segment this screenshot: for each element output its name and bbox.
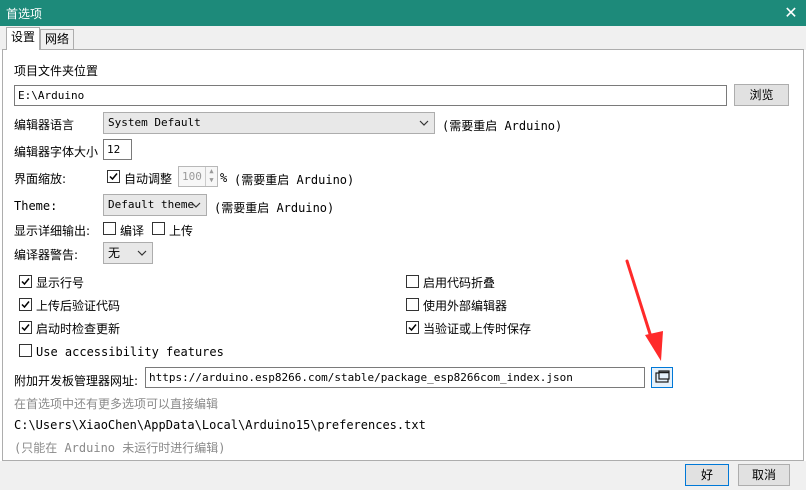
close-icon[interactable]: ✕ — [776, 0, 806, 26]
tab-network[interactable]: 网络 — [40, 29, 75, 50]
tab-settings[interactable]: 设置 — [6, 27, 41, 50]
dialog-footer: 好 取消 — [0, 461, 806, 490]
scaling-label: 界面缩放: — [14, 172, 67, 186]
verbose-compile-checkbox[interactable] — [103, 222, 116, 235]
boards-url-input[interactable]: https://arduino.esp8266.com/stable/packa… — [145, 367, 645, 388]
auto-scale-label: 自动调整 — [124, 172, 173, 186]
verbose-label: 显示详细输出: — [14, 224, 91, 238]
editor-language-note: (需要重启 Arduino) — [442, 119, 563, 133]
show-line-numbers-label: 显示行号 — [36, 276, 85, 290]
editor-language-label: 编辑器语言 — [14, 118, 75, 132]
scale-unit: % — [220, 171, 228, 185]
editor-language-value: System Default — [108, 116, 201, 129]
verbose-upload-checkbox[interactable] — [152, 222, 165, 235]
scale-spinner: 100 ▲ ▼ — [178, 166, 218, 187]
checkmark-icon — [21, 278, 30, 286]
check-updates-checkbox[interactable] — [19, 321, 32, 334]
sketchbook-label: 项目文件夹位置 — [14, 64, 99, 78]
save-on-verify-label: 当验证或上传时保存 — [423, 322, 532, 336]
code-folding-checkbox[interactable] — [406, 275, 419, 288]
verify-after-upload-checkbox[interactable] — [19, 298, 32, 311]
warnings-select[interactable]: 无 — [103, 242, 153, 264]
accessibility-label: Use accessibility features — [36, 345, 224, 359]
checkmark-icon — [21, 301, 30, 309]
auto-scale-checkbox[interactable] — [107, 170, 120, 183]
ok-button[interactable]: 好 — [685, 464, 729, 486]
checkmark-icon — [109, 173, 118, 181]
title-bar: 首选项 ✕ — [0, 0, 806, 26]
chevron-down-icon — [419, 113, 429, 141]
edit-hint: (只能在 Arduino 未运行时进行编辑) — [14, 441, 226, 455]
external-editor-label: 使用外部编辑器 — [423, 299, 508, 313]
external-editor-checkbox[interactable] — [406, 298, 419, 311]
verbose-upload-label: 上传 — [169, 224, 194, 238]
verify-after-upload-label: 上传后验证代码 — [36, 299, 121, 313]
chevron-down-icon — [137, 243, 147, 271]
theme-label: Theme: — [14, 199, 58, 213]
boards-url-label: 附加开发板管理器网址: — [14, 374, 139, 388]
theme-note: (需要重启 Arduino) — [214, 201, 335, 215]
scale-value: 100 — [182, 170, 202, 183]
theme-value: Default theme — [108, 198, 195, 211]
sketchbook-path-input[interactable]: E:\Arduino — [14, 85, 727, 106]
tab-bar: 设置 网络 — [0, 26, 806, 50]
verbose-compile-label: 编译 — [120, 224, 145, 238]
accessibility-checkbox[interactable] — [19, 344, 32, 357]
code-folding-label: 启用代码折叠 — [423, 276, 496, 290]
browse-button[interactable]: 浏览 — [734, 84, 789, 106]
font-size-input[interactable]: 12 — [103, 139, 132, 160]
annotation-arrow-icon — [625, 259, 663, 361]
prefs-file-path[interactable]: C:\Users\XiaoChen\AppData\Local\Arduino1… — [14, 418, 426, 432]
window-title: 首选项 — [6, 7, 43, 21]
scaling-note: (需要重启 Arduino) — [234, 173, 355, 187]
chevron-down-icon — [191, 195, 201, 223]
editor-language-select[interactable]: System Default — [103, 112, 435, 134]
window-edit-icon — [655, 370, 670, 383]
show-line-numbers-checkbox[interactable] — [19, 275, 32, 288]
more-prefs-hint: 在首选项中还有更多选项可以直接编辑 — [14, 397, 219, 411]
warnings-value: 无 — [108, 246, 121, 260]
font-size-label: 编辑器字体大小 — [14, 145, 99, 159]
cancel-button[interactable]: 取消 — [738, 464, 790, 486]
check-updates-label: 启动时检查更新 — [36, 322, 121, 336]
warnings-label: 编译器警告: — [14, 248, 79, 262]
theme-select[interactable]: Default theme — [103, 194, 207, 216]
spinner-arrows-icon: ▲ ▼ — [205, 167, 217, 186]
save-on-verify-checkbox[interactable] — [406, 321, 419, 334]
checkmark-icon — [21, 324, 30, 332]
edit-urls-button[interactable] — [651, 367, 673, 388]
checkmark-icon — [408, 324, 417, 332]
